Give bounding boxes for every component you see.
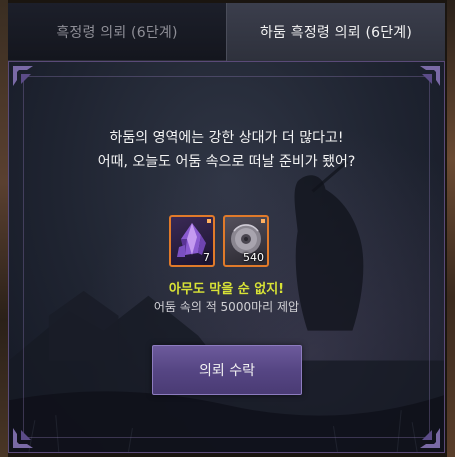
accept-quest-button[interactable]: 의뢰 수락 — [152, 345, 302, 395]
quest-panel: 하둠의 영역에는 강한 상대가 더 많다고! 어때, 오늘도 어둠 속으로 떠날… — [8, 61, 445, 453]
background-edge-left — [0, 0, 8, 457]
accept-button-label: 의뢰 수락 — [199, 363, 255, 379]
grade-marker — [207, 219, 211, 223]
grade-marker — [261, 219, 265, 223]
quest-highlight: 아무도 막을 순 없지! — [168, 282, 285, 297]
tab-label: 하둠 흑정령 의뢰 (6단계) — [259, 25, 413, 41]
background-edge-right — [447, 0, 455, 457]
quest-objective: 어둠 속의 적 5000마리 제압 — [153, 300, 300, 314]
tab-hadum-black-spirit-quest[interactable]: 하둠 흑정령 의뢰 (6단계) — [226, 3, 445, 61]
quest-tabs: 흑정령 의뢰 (6단계) 하둠 흑정령 의뢰 (6단계) — [8, 3, 445, 61]
tab-black-spirit-quest[interactable]: 흑정령 의뢰 (6단계) — [8, 3, 226, 61]
reward-item-disc[interactable]: 540 — [223, 215, 269, 267]
corner-ornament-icon — [11, 64, 45, 98]
reward-list: 7 540 — [169, 215, 269, 267]
tab-label: 흑정령 의뢰 (6단계) — [56, 24, 178, 41]
reward-count: 540 — [243, 251, 264, 264]
corner-ornament-icon — [11, 416, 45, 450]
quest-message: 하둠의 영역에는 강한 상대가 더 많다고! 어때, 오늘도 어둠 속으로 떠날… — [9, 126, 444, 174]
corner-ornament-icon — [408, 64, 442, 98]
message-line: 어때, 오늘도 어둠 속으로 떠날 준비가 됐어? — [97, 154, 356, 170]
reward-item-crystal[interactable]: 7 — [169, 215, 215, 267]
reward-count: 7 — [203, 251, 210, 264]
corner-ornament-icon — [408, 416, 442, 450]
message-line: 하둠의 영역에는 강한 상대가 더 많다고! — [109, 130, 344, 146]
